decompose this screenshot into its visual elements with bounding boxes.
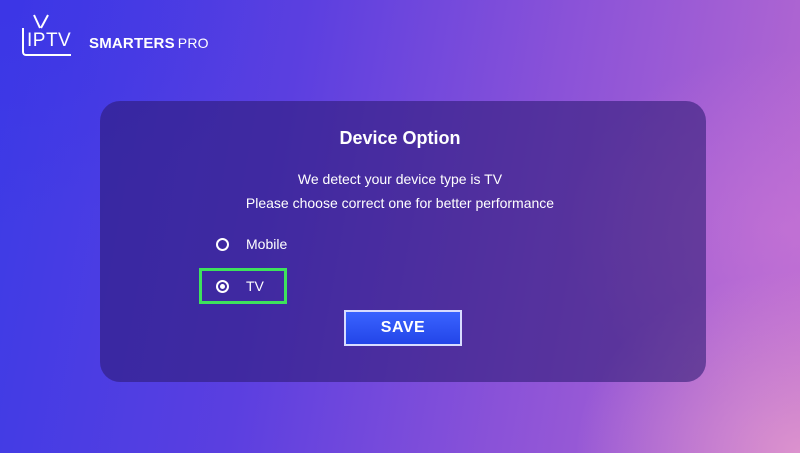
radio-mobile-icon[interactable]: [216, 237, 229, 251]
logo-tv-frame: IPTV: [22, 28, 72, 56]
logo-iptv-text: IPTV: [27, 30, 72, 51]
logo-brand: SMARTERS PRO: [89, 35, 209, 52]
option-mobile[interactable]: Mobile: [216, 236, 287, 252]
radio-tv-icon[interactable]: [216, 279, 229, 293]
dialog-message-detected: We detect your device type is TV: [297, 171, 503, 187]
option-tv[interactable]: TV: [199, 268, 287, 304]
dialog-title: Device Option: [339, 128, 461, 148]
logo-brand-text: SMARTERS: [89, 35, 175, 52]
save-button[interactable]: SAVE: [344, 310, 462, 346]
logo-pro-text: PRO: [177, 35, 209, 51]
option-tv-label: TV: [246, 278, 264, 294]
app-logo: IPTV SMARTERS PRO: [22, 14, 209, 56]
dialog-message-instruction: Please choose correct one for better per…: [245, 195, 555, 211]
option-mobile-label: Mobile: [246, 236, 288, 252]
